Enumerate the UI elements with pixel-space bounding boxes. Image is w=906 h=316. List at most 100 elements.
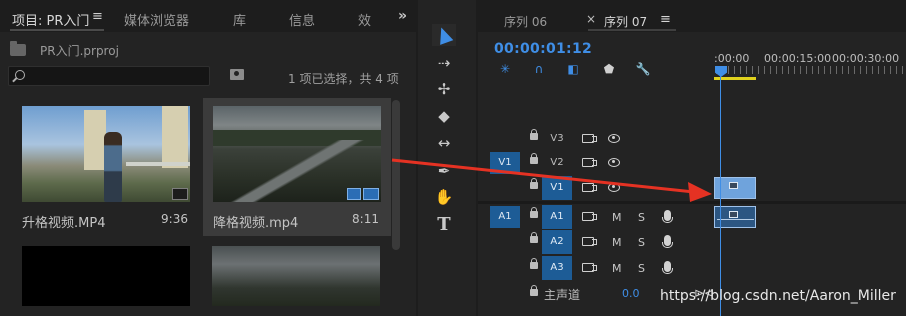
search-input[interactable] — [8, 66, 210, 86]
add-marker-icon[interactable]: ⬟ — [602, 62, 616, 76]
slip-tool-icon[interactable]: ↔ — [432, 132, 456, 154]
wrench-settings-icon[interactable]: 🔧 — [636, 62, 651, 76]
project-filename: PR入门.prproj — [40, 44, 119, 58]
person — [104, 132, 122, 202]
ripple-edit-tool-icon[interactable]: ✢ — [432, 78, 456, 100]
nest-toggle-icon[interactable]: ✳ — [498, 62, 512, 76]
lock-icon[interactable] — [530, 153, 538, 164]
eye-icon[interactable] — [608, 183, 620, 192]
tab-menu-icon[interactable]: ≡ — [92, 9, 103, 24]
time-ruler[interactable] — [716, 66, 906, 74]
type-tool-icon[interactable]: T — [432, 213, 456, 235]
linked-selection-icon[interactable]: ◧ — [566, 62, 580, 76]
sync-lock-icon[interactable] — [582, 183, 597, 192]
source-patch-v1[interactable]: V1 — [490, 152, 520, 174]
sync-lock-icon[interactable] — [582, 134, 597, 143]
lock-icon[interactable] — [530, 129, 538, 140]
clip-thumbnail-card[interactable] — [22, 246, 190, 306]
track-a1: A1 A1 M S — [478, 205, 906, 229]
active-tab-indicator — [10, 29, 104, 31]
timeline-panel: 序列 06 × 序列 07 ≡ 00:00:01:12 ✳ ∩ ◧ ⬟ 🔧 :0… — [478, 0, 906, 316]
microphone-icon[interactable] — [662, 235, 673, 248]
solo-button[interactable]: S — [638, 211, 645, 224]
new-bin-icon[interactable] — [230, 69, 244, 80]
snap-magnet-icon[interactable]: ∩ — [532, 62, 546, 76]
playhead-handle[interactable] — [715, 66, 727, 77]
tab-libraries[interactable]: 库 — [233, 10, 246, 29]
video-in-use-icon — [347, 188, 361, 200]
railing — [126, 162, 190, 166]
razor-tool-icon[interactable]: ◆ — [432, 105, 456, 127]
lock-icon[interactable] — [530, 232, 538, 243]
close-icon[interactable]: × — [586, 12, 596, 26]
pen-tool-icon[interactable]: ✒ — [432, 160, 456, 182]
microphone-icon[interactable] — [662, 210, 673, 223]
sync-lock-icon[interactable] — [582, 263, 597, 272]
lock-icon[interactable] — [530, 178, 538, 189]
ruler-label: :00:00 — [714, 52, 750, 65]
track-target-a1[interactable]: A1 — [542, 205, 572, 229]
tab-sequence-06[interactable]: 序列 06 — [504, 13, 547, 30]
mute-button[interactable]: M — [612, 262, 622, 275]
more-tabs-icon[interactable]: » — [398, 8, 407, 24]
ruler-label: 00:00:15:00 — [764, 52, 832, 65]
track-target-v3[interactable]: V3 — [542, 127, 572, 151]
clip-thumbnail — [213, 106, 381, 202]
mute-button[interactable]: M — [612, 236, 622, 249]
track-a3: A3 M S — [478, 256, 906, 280]
building — [84, 110, 106, 170]
audio-waveform — [717, 219, 754, 220]
track-target-v1[interactable]: V1 — [542, 176, 572, 200]
fx-badge-icon — [729, 182, 738, 189]
selection-tool-icon[interactable] — [432, 24, 456, 46]
clip-duration: 8:11 — [352, 212, 379, 226]
clip-thumbnail-card[interactable]: 升格视频.MP4 9:36 — [12, 98, 200, 236]
clip-type-icon — [172, 188, 188, 200]
video-audio-divider[interactable] — [478, 201, 906, 204]
scrollbar[interactable] — [392, 100, 400, 250]
playhead-timecode[interactable]: 00:00:01:12 — [494, 41, 592, 57]
sync-lock-icon[interactable] — [582, 212, 597, 221]
project-panel: 项目: PR入门 ≡ 媒体浏览器 库 信息 效 » PR入门.prproj 1 … — [0, 0, 416, 316]
tab-effects[interactable]: 效 — [358, 10, 371, 29]
track-target-a3[interactable]: A3 — [542, 256, 572, 280]
tab-menu-icon[interactable]: ≡ — [660, 12, 671, 27]
solo-button[interactable]: S — [638, 262, 645, 275]
lock-icon[interactable] — [530, 285, 538, 296]
master-volume-value[interactable]: 0.0 — [622, 287, 640, 300]
tab-info[interactable]: 信息 — [289, 10, 315, 29]
search-icon — [15, 70, 25, 80]
tab-media-browser[interactable]: 媒体浏览器 — [124, 10, 189, 29]
sync-lock-icon[interactable] — [582, 237, 597, 246]
source-patch-a1[interactable]: A1 — [490, 206, 520, 228]
track-v3: V3 — [478, 127, 906, 151]
ruler-label: 00:00:30:00 — [832, 52, 900, 65]
project-tab-bar: 项目: PR入门 ≡ 媒体浏览器 库 信息 效 » — [0, 0, 416, 32]
clip-thumbnail-card[interactable] — [212, 246, 380, 306]
tab-sequence-07[interactable]: 序列 07 — [604, 13, 647, 30]
track-target-a2[interactable]: A2 — [542, 230, 572, 254]
lock-icon[interactable] — [530, 258, 538, 269]
track-v1: V1 — [478, 176, 906, 200]
track-v2: V1 V2 — [478, 151, 906, 175]
watermark: https://blog.csdn.net/Aaron_Miller — [660, 288, 896, 304]
timeline-tab-bar: 序列 06 × 序列 07 ≡ — [478, 0, 906, 32]
track-a2: A2 M S — [478, 230, 906, 254]
mute-button[interactable]: M — [612, 211, 622, 224]
track-target-v2[interactable]: V2 — [542, 151, 572, 175]
hand-tool-icon[interactable]: ✋ — [432, 186, 456, 208]
sync-lock-icon[interactable] — [582, 158, 597, 167]
clip-duration: 9:36 — [161, 212, 188, 226]
project-file-row: PR入门.prproj — [10, 41, 310, 58]
eye-icon[interactable] — [608, 134, 620, 143]
audio-in-use-icon — [363, 188, 379, 200]
tab-project[interactable]: 项目: PR入门 — [12, 10, 89, 29]
clip-thumbnail — [22, 106, 190, 202]
lock-icon[interactable] — [530, 207, 538, 218]
microphone-icon[interactable] — [662, 261, 673, 274]
selection-status: 1 项已选择，共 4 项 — [288, 72, 399, 86]
track-select-tool-icon[interactable]: ⇢ — [432, 52, 456, 74]
solo-button[interactable]: S — [638, 236, 645, 249]
clip-thumbnail-card-selected[interactable]: 降格视频.mp4 8:11 — [203, 98, 391, 236]
eye-icon[interactable] — [608, 158, 620, 167]
